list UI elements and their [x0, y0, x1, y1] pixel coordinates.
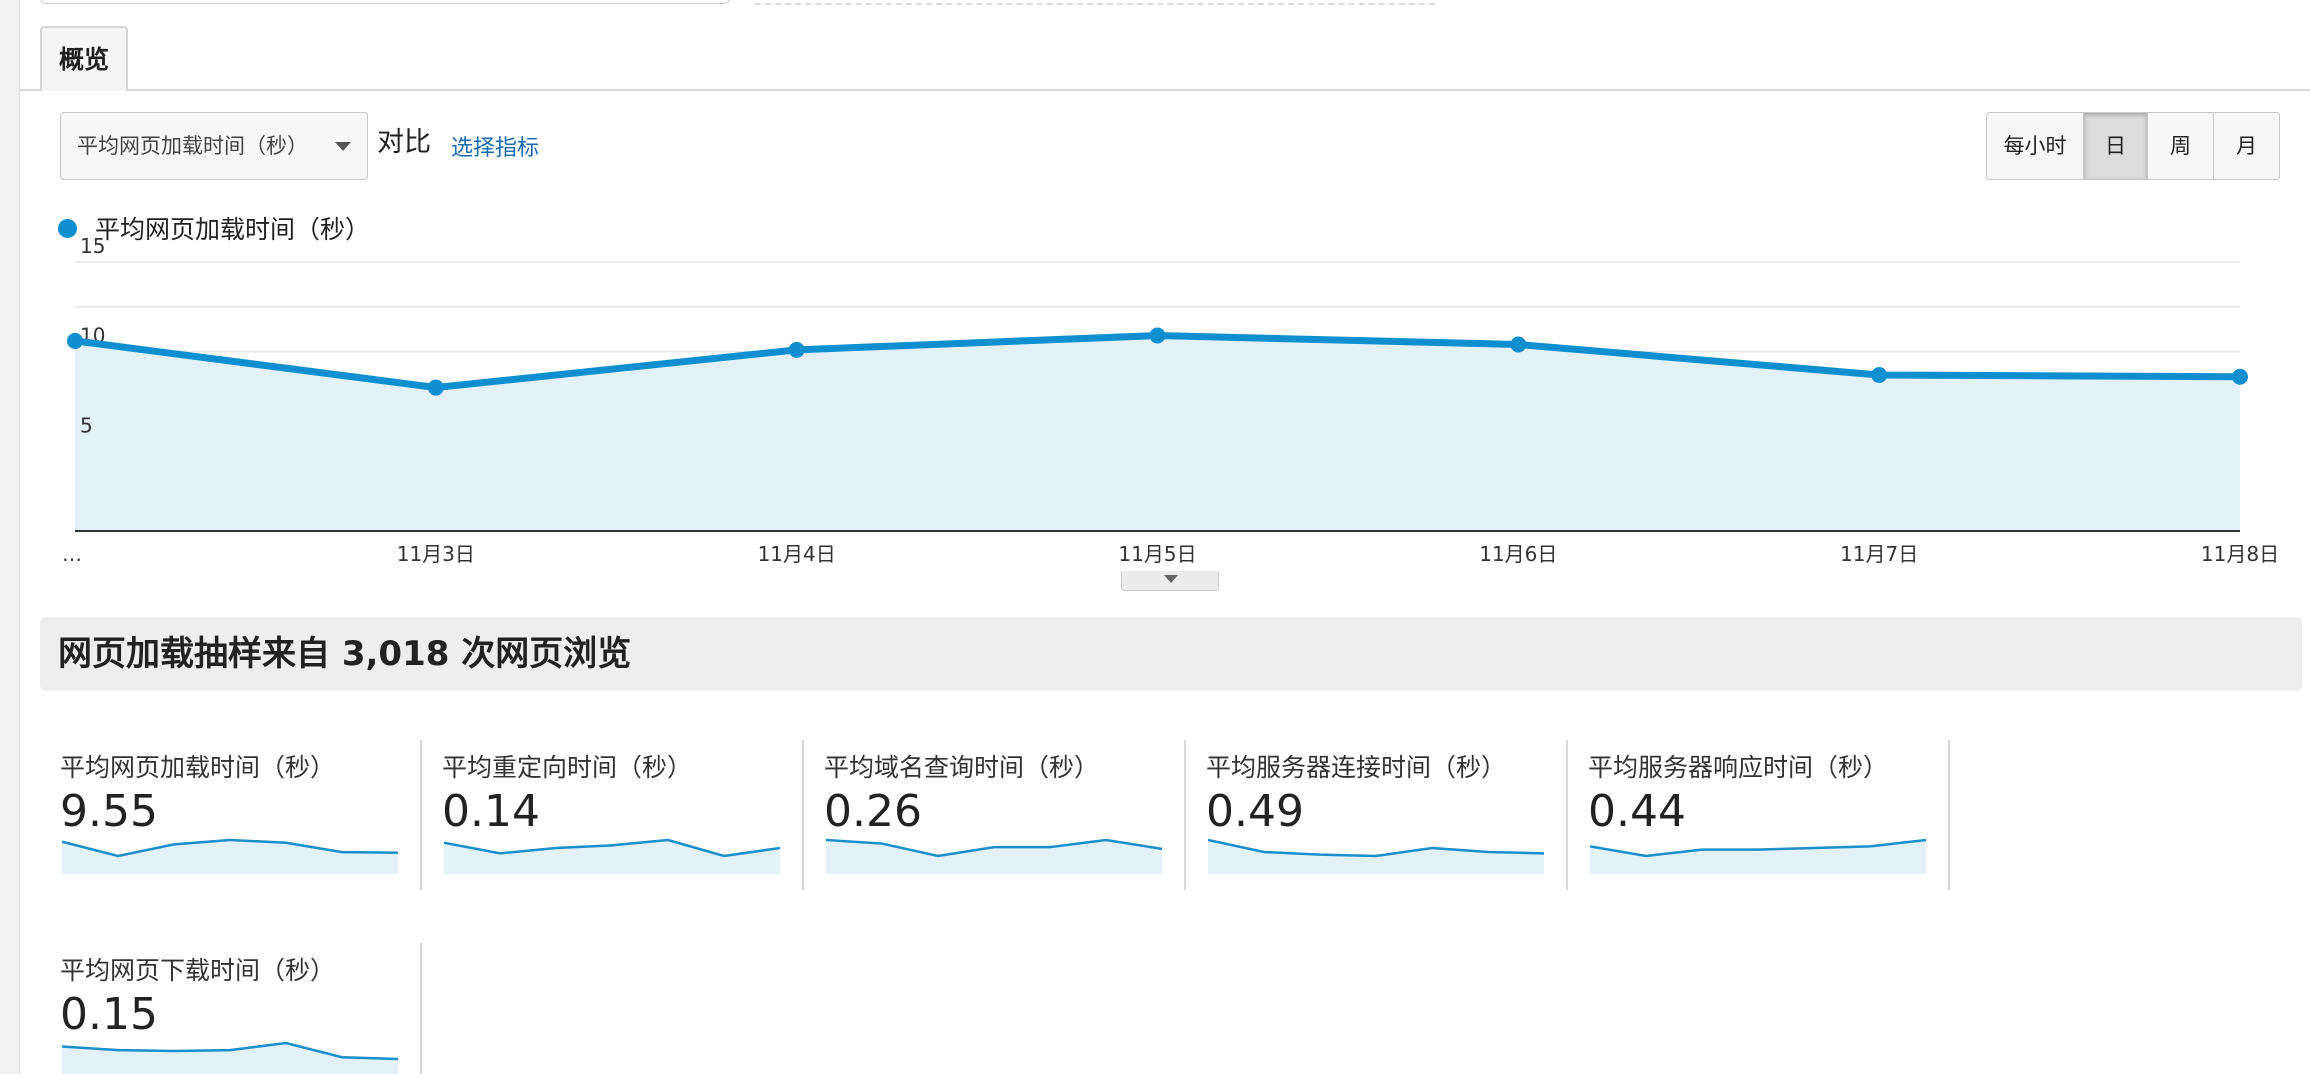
data-point [2232, 368, 2248, 385]
data-point [1510, 336, 1527, 353]
metric-sparkline [62, 1041, 398, 1074]
metric-card-value: 0.26 [824, 786, 922, 837]
chevron-down-icon [1164, 575, 1178, 583]
sample-summary-banner: 网页加载抽样来自 3,018 次网页浏览 [40, 617, 2302, 691]
metric-card-label: 平均服务器响应时间（秒） [1588, 753, 1889, 782]
data-point [788, 341, 805, 358]
metric-card-label: 平均域名查询时间（秒） [824, 753, 1100, 782]
metric-card-response[interactable]: 平均服务器响应时间（秒） 0.44 [1568, 740, 1950, 890]
x-tick-label: … [62, 542, 82, 566]
analytics-page: 概览 平均网页加载时间（秒） 对比 选择指标 每小时 日 周 月 平均网页加载时… [0, 0, 2310, 1074]
metric-card-label: 平均重定向时间（秒） [442, 753, 693, 782]
sparkline-area [62, 840, 398, 874]
metric-card-dns[interactable]: 平均域名查询时间（秒） 0.26 [804, 740, 1186, 890]
x-tick-label: 11月8日 [2201, 542, 2279, 566]
data-point [67, 332, 83, 349]
x-tick-label: 11月4日 [758, 542, 836, 566]
metric-card-value: 0.15 [60, 989, 158, 1040]
x-tick-label: 11月6日 [1479, 542, 1557, 566]
metric-card-value: 0.44 [1588, 786, 1686, 837]
y-tick-label: 15 [80, 234, 105, 258]
metric-card-value: 9.55 [60, 786, 158, 837]
metric-card-value: 0.14 [442, 786, 540, 837]
metric-card-value: 0.49 [1206, 786, 1304, 837]
metric-sparkline [1590, 838, 1926, 874]
metric-card-page-load[interactable]: 平均网页加载时间（秒） 9.55 [40, 740, 422, 890]
sparkline-area [826, 840, 1162, 874]
metric-card-label: 平均网页下载时间（秒） [60, 956, 336, 985]
chart-expand-handle[interactable] [1121, 571, 1219, 591]
metric-card-download[interactable]: 平均网页下载时间（秒） 0.15 [40, 943, 422, 1074]
metric-card-label: 平均网页加载时间（秒） [60, 753, 336, 782]
metric-card-connect[interactable]: 平均服务器连接时间（秒） 0.49 [1186, 740, 1568, 890]
metric-card-label: 平均服务器连接时间（秒） [1206, 753, 1507, 782]
x-tick-label: 11月7日 [1840, 542, 1918, 566]
metric-sparkline [826, 838, 1162, 874]
y-tick-label: 5 [80, 413, 93, 437]
data-point [1149, 327, 1166, 344]
x-tick-label: 11月3日 [397, 542, 475, 566]
metric-sparkline [1208, 838, 1544, 874]
load-time-chart: 15105… 11月3日 11月4日 11月5日 11月6日 11月7日 11月8日 [62, 234, 2279, 566]
x-tick-label: 11月5日 [1118, 542, 1196, 566]
data-point [427, 379, 444, 396]
metric-sparkline [62, 838, 398, 874]
data-point [1871, 366, 1888, 383]
metric-card-redirect[interactable]: 平均重定向时间（秒） 0.14 [422, 740, 804, 890]
metric-sparkline [444, 838, 780, 874]
series-area [75, 335, 2240, 531]
